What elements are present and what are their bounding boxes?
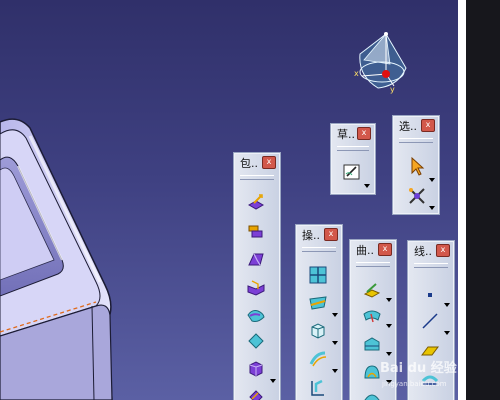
fill-surface-icon xyxy=(364,394,380,400)
revolve-icon xyxy=(248,225,263,238)
close-button[interactable]: x xyxy=(421,119,435,132)
loft-icon xyxy=(247,280,265,296)
line-icon xyxy=(422,313,438,329)
dropdown-arrow-icon[interactable] xyxy=(429,178,435,182)
dropdown-arrow-icon[interactable] xyxy=(332,313,338,317)
extrapolate-button[interactable] xyxy=(308,377,328,397)
compass-y-label: y xyxy=(390,85,395,94)
select-toolbar[interactable]: 选.. x xyxy=(392,115,440,215)
toolbar-title: 操.. xyxy=(302,229,320,242)
dropdown-arrow-icon[interactable] xyxy=(386,298,392,302)
close-button[interactable]: x xyxy=(262,156,276,169)
point-button[interactable] xyxy=(420,285,440,305)
watermark-url: jingyan.baidu.com xyxy=(381,380,447,388)
extrude-surface-button[interactable] xyxy=(362,280,382,300)
mixed-icon xyxy=(249,390,263,400)
extrapolate-icon xyxy=(311,379,324,396)
offset-surface-button[interactable] xyxy=(362,334,382,354)
select-button[interactable] xyxy=(407,156,427,176)
fly-mode-button[interactable] xyxy=(407,186,427,206)
loft-button[interactable] xyxy=(246,277,266,297)
translate-icon xyxy=(309,351,327,367)
join-button[interactable] xyxy=(308,265,328,285)
sweep-icon xyxy=(248,253,264,266)
dropdown-arrow-icon[interactable] xyxy=(364,184,370,188)
thicken-icon xyxy=(248,333,264,349)
sweep-button[interactable] xyxy=(246,249,266,269)
toolbar-title: 包.. xyxy=(240,157,258,170)
toolbar-title: 草.. xyxy=(337,128,355,141)
fly-mode-icon xyxy=(409,188,425,204)
pack-toolbar[interactable]: 包.. x xyxy=(233,152,281,400)
toolbar-grip[interactable] xyxy=(302,247,336,252)
close-button[interactable]: x xyxy=(436,244,450,257)
compass-icon[interactable]: x y xyxy=(350,30,410,100)
sweep-surface-icon xyxy=(364,365,380,379)
translate-button[interactable] xyxy=(308,349,328,369)
toolbar-title: 选.. xyxy=(399,120,417,133)
window-border xyxy=(458,0,466,400)
dropdown-arrow-icon[interactable] xyxy=(332,341,338,345)
revolve-surface-icon xyxy=(363,310,381,323)
shell-icon xyxy=(247,310,265,322)
dropdown-arrow-icon[interactable] xyxy=(386,324,392,328)
toolbar-title: 线.. xyxy=(414,245,432,258)
sketcher-toolbar[interactable]: 草.. x xyxy=(330,123,376,195)
revolve-surface-button[interactable] xyxy=(362,306,382,326)
dropdown-arrow-icon[interactable] xyxy=(270,379,276,383)
line-button[interactable] xyxy=(420,311,440,331)
baidu-watermark-logo: Bai du 经验 jingyan.baidu.com xyxy=(380,360,458,388)
thicken-button[interactable] xyxy=(246,331,266,351)
sketch-button[interactable] xyxy=(342,162,362,182)
sketch-icon xyxy=(343,164,360,180)
sweep-surface-button[interactable] xyxy=(362,362,382,382)
catia-window: x y 草.. x 选.. x 包.. x 操.. x 曲.. x 线.. x … xyxy=(0,0,500,400)
revolve-button[interactable] xyxy=(246,221,266,241)
extrude-button[interactable] xyxy=(246,193,266,213)
toolbar-title: 曲.. xyxy=(356,244,374,257)
compass-x-label: x xyxy=(354,69,359,78)
dropdown-arrow-icon[interactable] xyxy=(332,369,338,373)
toolbar-grip[interactable] xyxy=(356,262,390,267)
solid-button[interactable] xyxy=(246,359,266,379)
toolbar-grip[interactable] xyxy=(337,146,369,151)
fillet-icon xyxy=(311,323,325,339)
fill-surface-button[interactable] xyxy=(362,388,382,400)
dropdown-arrow-icon[interactable] xyxy=(429,206,435,210)
close-button[interactable]: x xyxy=(378,243,392,256)
split-button[interactable] xyxy=(308,293,328,313)
toolbar-grip[interactable] xyxy=(399,138,433,143)
cursor-arrow-icon xyxy=(411,156,425,176)
mixed-button[interactable] xyxy=(246,387,266,400)
extrude-surface-icon xyxy=(363,283,381,298)
offset-surface-icon xyxy=(364,337,380,351)
shell-button[interactable] xyxy=(246,305,266,325)
close-button[interactable]: x xyxy=(357,127,371,140)
watermark-brand: Bai du 经验 xyxy=(380,360,458,376)
point-icon xyxy=(428,293,432,297)
toolbar-grip[interactable] xyxy=(414,263,448,268)
dropdown-arrow-icon[interactable] xyxy=(444,303,450,307)
toolbar-grip[interactable] xyxy=(240,175,274,180)
close-button[interactable]: x xyxy=(324,228,338,241)
screen-background xyxy=(466,0,500,400)
extrude-icon xyxy=(247,194,265,210)
3d-part-model[interactable] xyxy=(0,110,130,400)
3d-viewport[interactable]: x y 草.. x 选.. x 包.. x 操.. x 曲.. x 线.. x … xyxy=(0,0,458,400)
solid-cube-icon xyxy=(249,361,263,377)
join-icon xyxy=(309,266,327,284)
fillet-button[interactable] xyxy=(308,321,328,341)
operations-toolbar[interactable]: 操.. x xyxy=(295,224,343,400)
split-icon xyxy=(309,296,327,310)
dropdown-arrow-icon[interactable] xyxy=(444,331,450,335)
